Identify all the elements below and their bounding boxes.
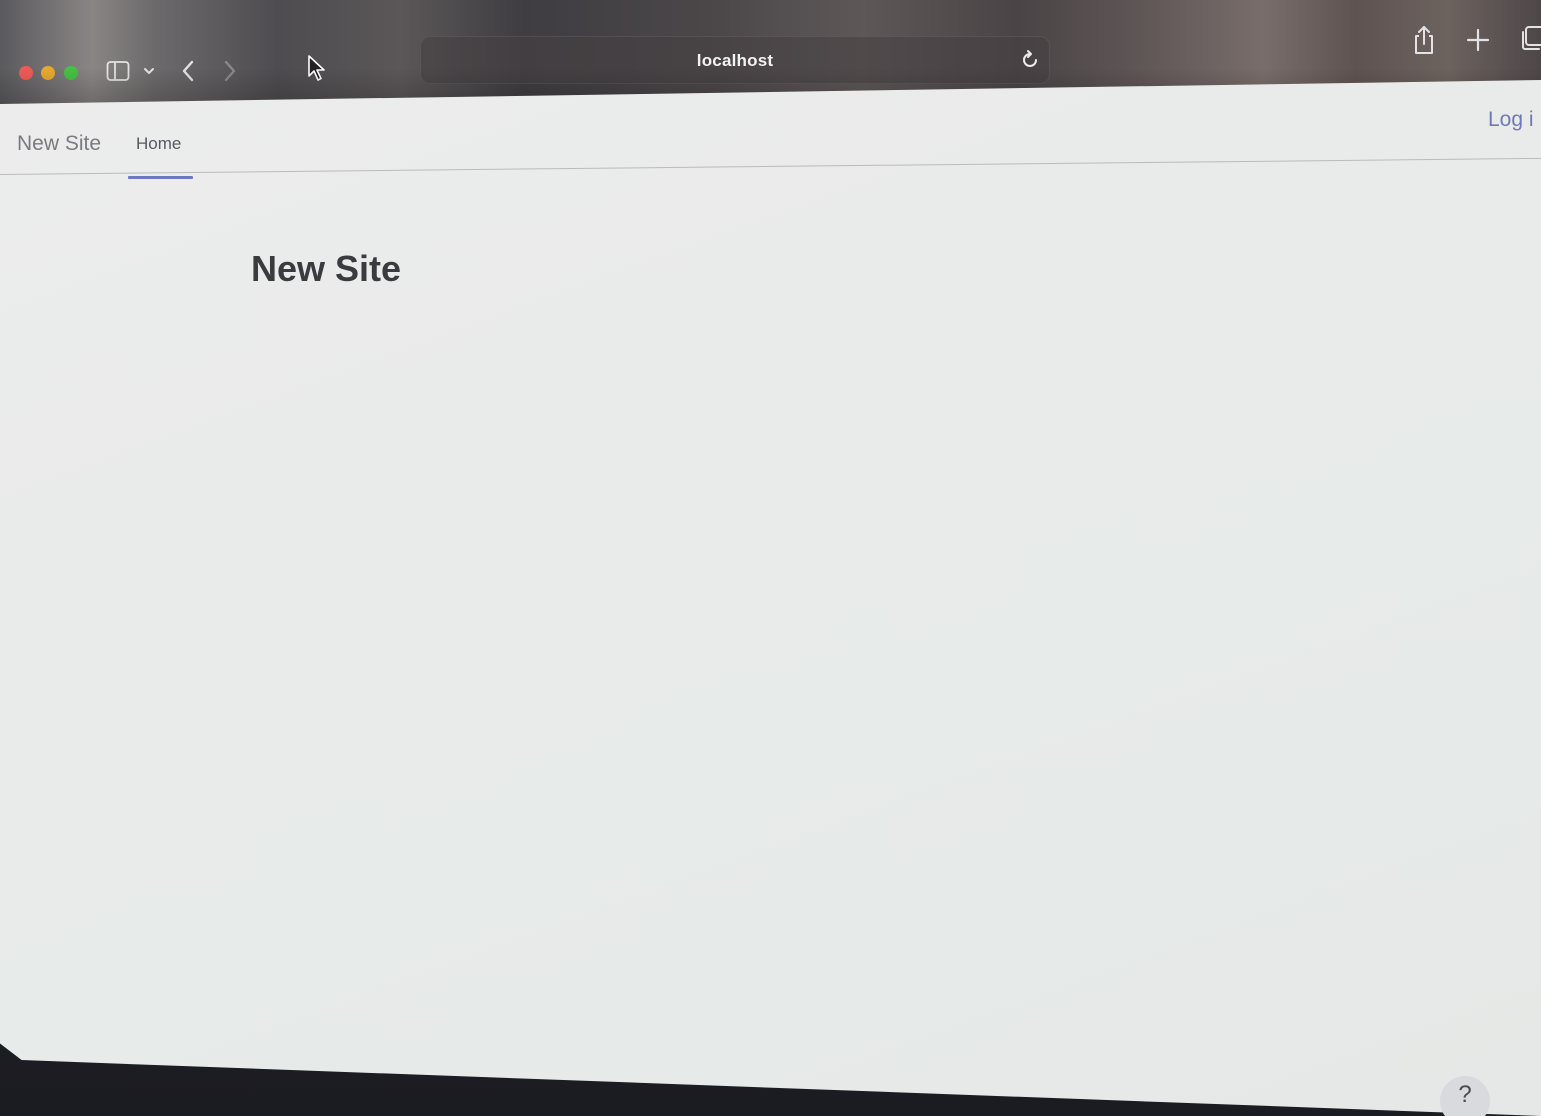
chevron-left-icon[interactable] <box>178 58 198 84</box>
nav-tab-home[interactable]: Home <box>136 134 181 154</box>
page-title: New Site <box>251 248 402 289</box>
tab-overview-icon[interactable] <box>1518 24 1541 52</box>
mouse-pointer-icon <box>306 54 326 82</box>
sidebar-icon[interactable] <box>106 60 130 82</box>
chevron-right-icon[interactable] <box>220 58 240 84</box>
close-window-button[interactable] <box>19 66 33 80</box>
share-icon[interactable] <box>1410 24 1438 56</box>
active-tab-indicator <box>128 176 193 179</box>
minimize-window-button[interactable] <box>41 66 55 80</box>
chevron-down-icon[interactable] <box>142 64 156 78</box>
address-bar[interactable]: localhost <box>420 36 1050 84</box>
login-link[interactable]: Log i <box>1488 108 1534 132</box>
plus-icon[interactable] <box>1464 26 1492 54</box>
screen: localhost New Site Home Log i New Site ? <box>0 0 1541 1116</box>
site-brand[interactable]: New Site <box>17 132 101 156</box>
navbar-divider <box>0 157 1541 175</box>
address-text[interactable]: localhost <box>421 51 1049 71</box>
zoom-window-button[interactable] <box>64 66 78 80</box>
reload-icon[interactable] <box>1019 49 1041 71</box>
page-viewport: New Site Home Log i New Site <box>0 80 1541 1116</box>
